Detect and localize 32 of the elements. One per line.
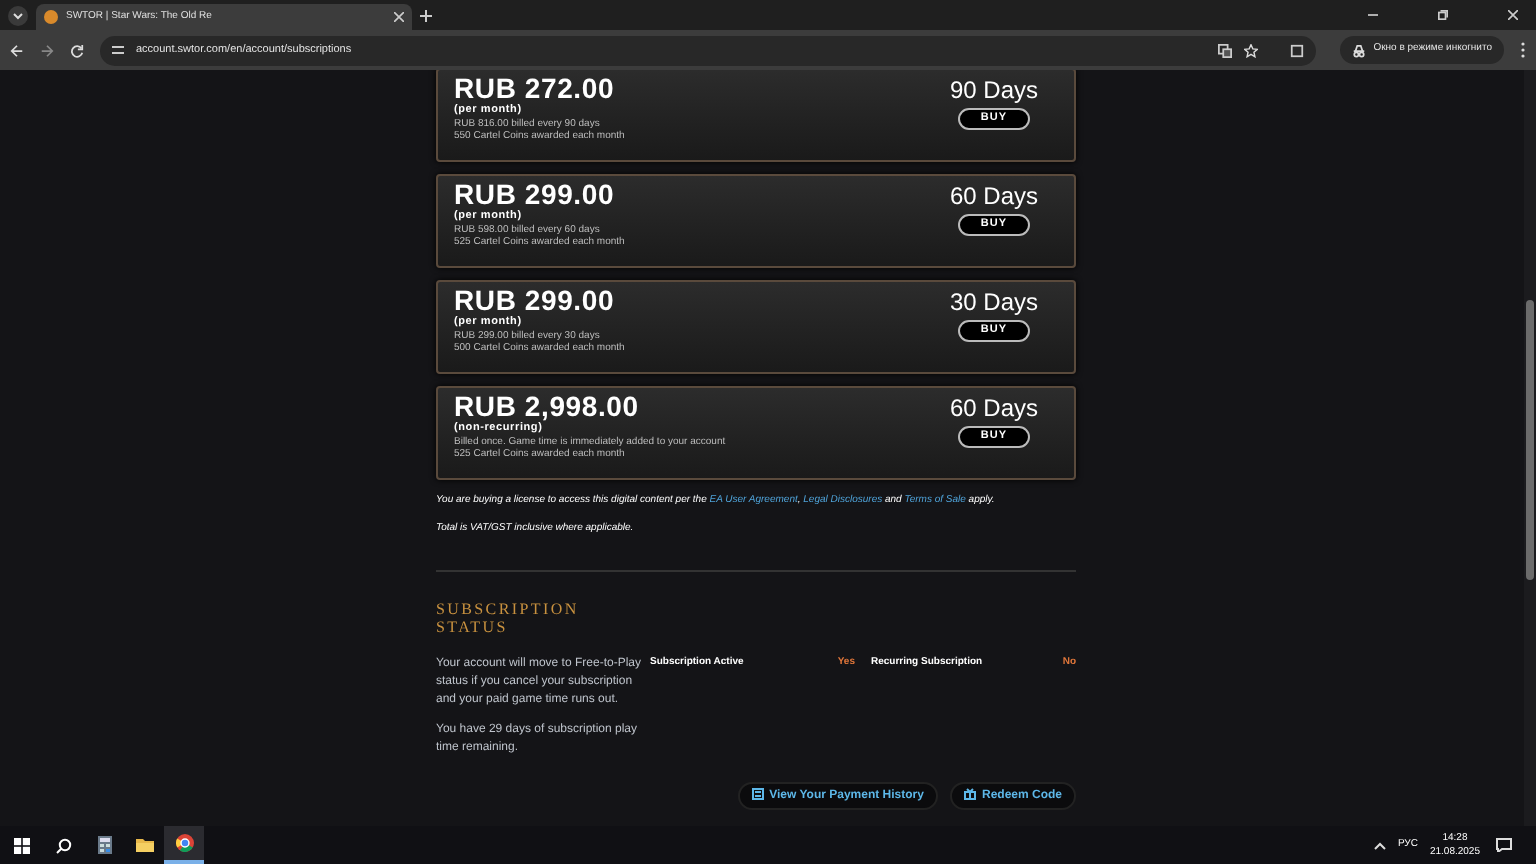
plan-price: RUB 299.00 xyxy=(454,180,617,210)
list-icon xyxy=(751,788,764,800)
tray-chevron-icon[interactable] xyxy=(1373,841,1386,849)
site-settings-icon[interactable] xyxy=(112,44,124,56)
plan-price: RUB 299.00 xyxy=(454,286,617,316)
translate-icon[interactable] xyxy=(1217,43,1232,57)
extensions-icon[interactable] xyxy=(1289,43,1304,57)
close-tab-icon[interactable] xyxy=(394,12,404,22)
forward-icon[interactable] xyxy=(40,43,54,57)
new-tab-icon[interactable] xyxy=(420,9,432,21)
menu-icon[interactable] xyxy=(1520,42,1526,58)
plan-duration: 90 Days xyxy=(949,76,1038,104)
close-window-icon[interactable] xyxy=(1508,10,1518,20)
plan-duration: 30 Days xyxy=(949,288,1038,316)
gift-icon xyxy=(963,788,976,800)
tab-list-icon[interactable] xyxy=(8,5,28,25)
incognito-icon xyxy=(1351,43,1366,57)
back-icon[interactable] xyxy=(10,43,24,57)
plan-price: RUB 2,998.00 xyxy=(454,392,641,422)
browser-icon[interactable] xyxy=(164,826,204,864)
scrollbar[interactable] xyxy=(1524,70,1536,826)
reload-icon[interactable] xyxy=(70,43,84,57)
site-favicon-icon xyxy=(44,10,58,24)
section-title: SUBSCRIPTION STATUS xyxy=(436,599,581,635)
star-icon[interactable] xyxy=(1243,43,1258,57)
restore-icon[interactable] xyxy=(1438,10,1448,20)
minimize-icon[interactable] xyxy=(1368,10,1378,20)
notification-icon[interactable] xyxy=(1496,838,1512,852)
plan-duration: 60 Days xyxy=(949,182,1038,210)
plan-duration: 60 Days xyxy=(949,394,1038,422)
plan-price: RUB 272.00 xyxy=(454,74,617,104)
windows-start-icon[interactable] xyxy=(14,837,30,853)
